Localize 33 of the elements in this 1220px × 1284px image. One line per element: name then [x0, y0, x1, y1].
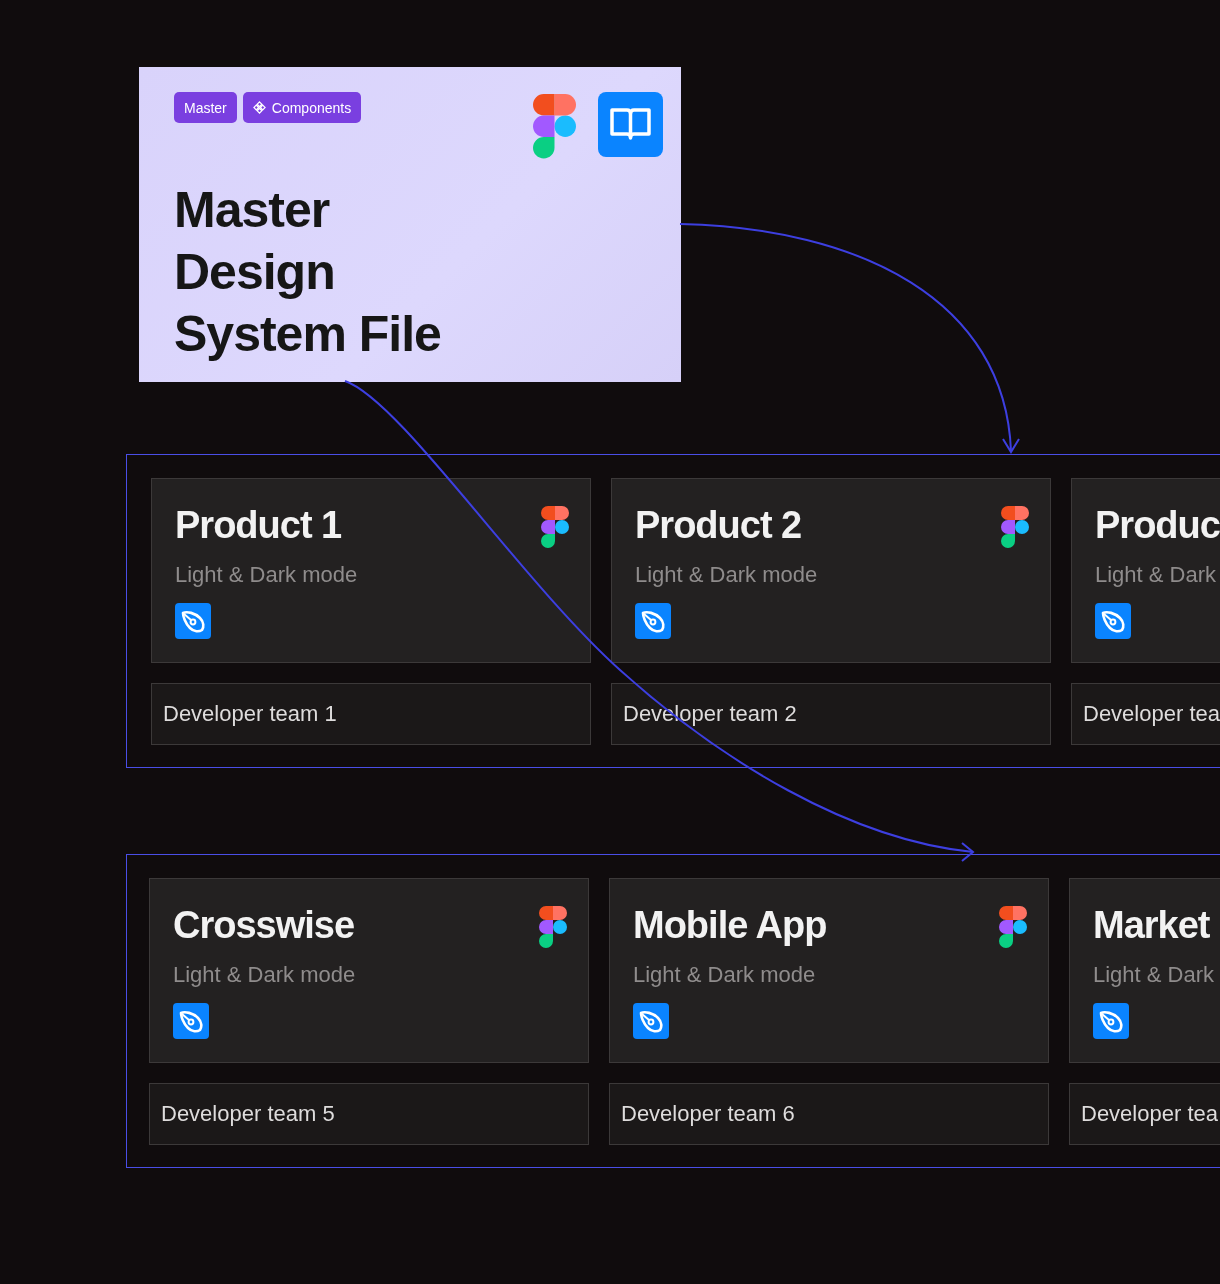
components-icon [252, 101, 266, 114]
product-title: Product 2 [635, 503, 802, 548]
pen-nib-icon [1093, 1003, 1129, 1039]
pen-nib-icon [635, 603, 671, 639]
figma-icon [539, 906, 567, 948]
pen-nib-icon [173, 1003, 209, 1039]
tag: Master [174, 92, 237, 123]
product-subtitle: Light & Dark mode [635, 561, 818, 589]
product-title: Crosswise [173, 903, 355, 948]
product-subtitle: Light & Dark [1093, 961, 1215, 989]
product-subtitle: Light & Dark mode [633, 961, 816, 989]
figma-icon [999, 906, 1027, 948]
team-label: Developer team 1 [163, 701, 337, 727]
product-subtitle: Light & Dark mode [175, 561, 358, 589]
team-label: Developer tea [1083, 701, 1220, 727]
product-subtitle: Light & Dark [1095, 561, 1217, 589]
pen-nib-icon [633, 1003, 669, 1039]
team-label: Developer team 6 [621, 1101, 795, 1127]
team-label: Developer tea [1081, 1101, 1218, 1127]
figma-icon [1001, 506, 1029, 548]
product-title: Market [1093, 903, 1210, 948]
pen-nib-icon [175, 603, 211, 639]
product-title: Product 1 [175, 503, 342, 548]
product-subtitle: Light & Dark mode [173, 961, 356, 989]
product-title: Produc [1095, 503, 1220, 548]
team-label: Developer team 5 [161, 1101, 335, 1127]
file-title: Master Design System File [174, 181, 442, 364]
tag-label: Components [271, 99, 352, 116]
book-icon [598, 92, 663, 157]
figma-icon [533, 94, 576, 159]
pen-nib-icon [1095, 603, 1131, 639]
product-title: Mobile App [633, 903, 827, 948]
figma-icon [541, 506, 569, 548]
